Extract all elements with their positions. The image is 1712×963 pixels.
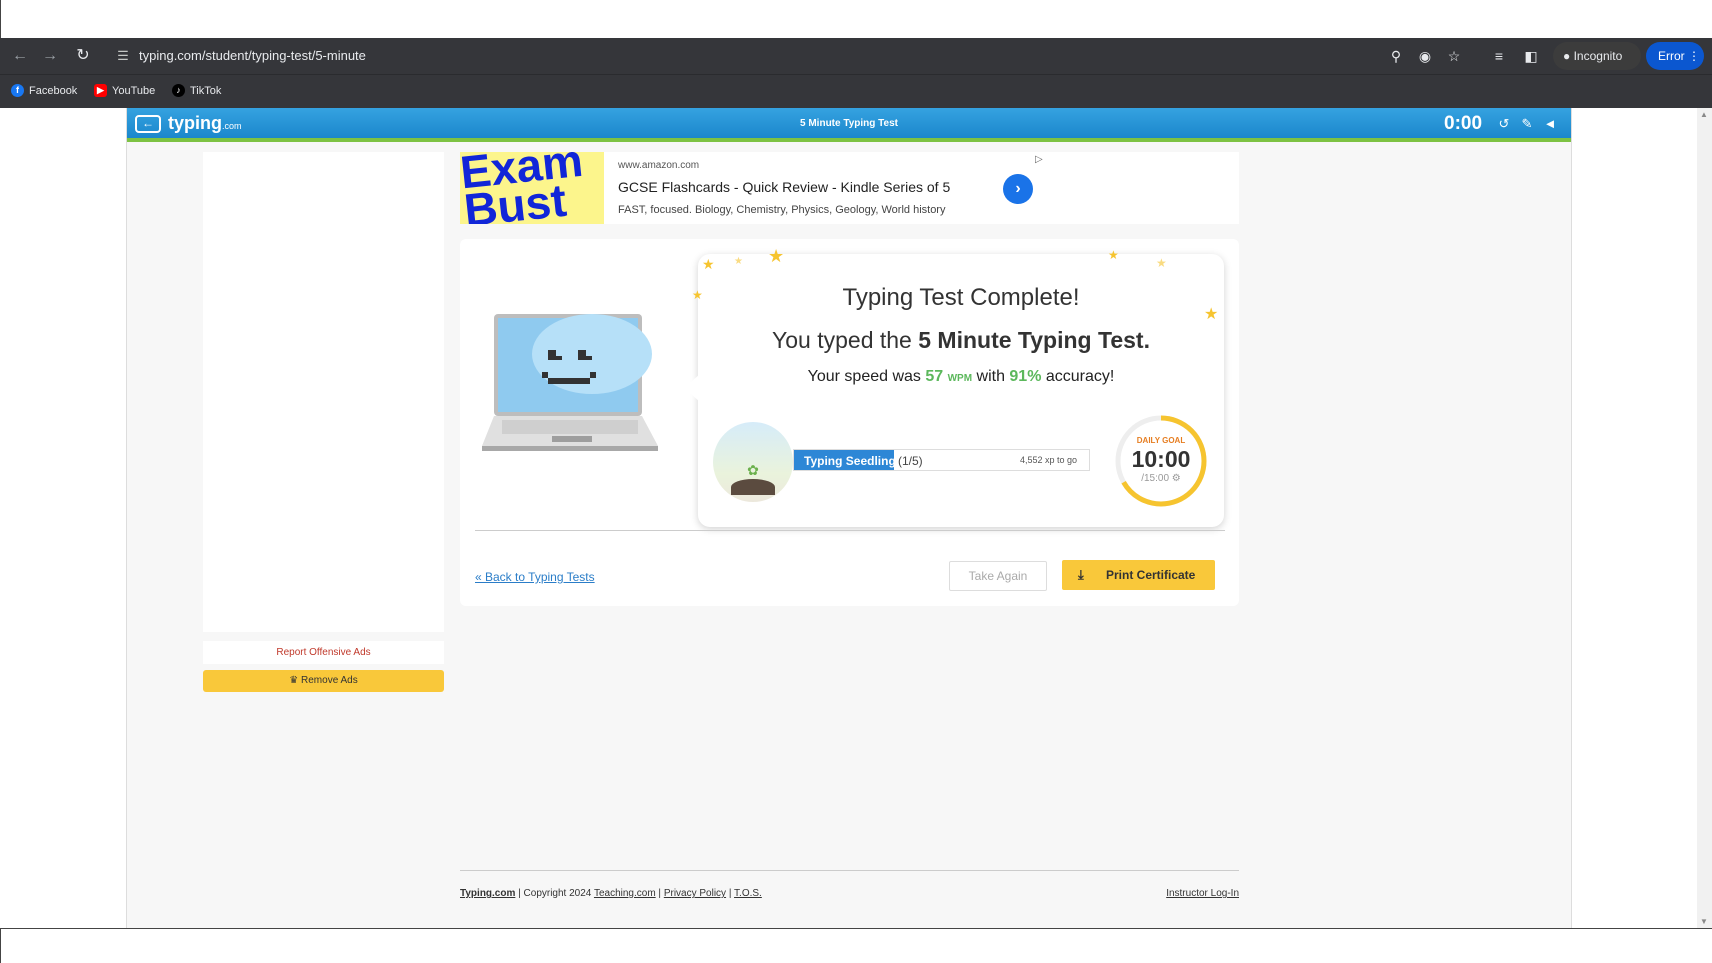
- accuracy-value: 91%: [1009, 368, 1042, 385]
- page-scrollbar[interactable]: ▲ ▼: [1697, 108, 1712, 928]
- timer-display: 0:00: [1444, 113, 1483, 134]
- footer-brand-link[interactable]: Typing.com: [460, 888, 515, 899]
- screen-bottom-margin: [0, 928, 1712, 963]
- reload-icon[interactable]: ↻: [71, 44, 95, 68]
- kebab-menu-icon[interactable]: ⋮: [1688, 49, 1700, 63]
- speed-summary: Your speed was 57 WPM with 91% accuracy!: [698, 368, 1224, 386]
- sprout-icon: ✿: [747, 462, 759, 478]
- bookmarks-bar: f Facebook ▶ YouTube ♪ TikTok: [0, 74, 1712, 108]
- wpm-value: 57: [925, 368, 944, 385]
- daily-goal-total: /15:00 ⚙: [1141, 473, 1181, 484]
- speed-prefix: Your speed was: [807, 368, 926, 385]
- star-icon: ★: [768, 246, 785, 266]
- side-panel-icon[interactable]: ◧: [1520, 45, 1542, 67]
- test-name: 5 Minute Typing Test.: [918, 327, 1150, 353]
- speed-suffix: accuracy!: [1041, 368, 1115, 385]
- ad-domain: www.amazon.com: [618, 160, 700, 171]
- tiktok-icon: ♪: [172, 84, 185, 97]
- browser-chrome: ← → ↻ ☰ typing.com/student/typing-test/5…: [0, 38, 1712, 108]
- footer-separator: |: [726, 888, 735, 899]
- star-icon: ★: [1156, 256, 1167, 270]
- take-again-button[interactable]: Take Again: [949, 561, 1047, 591]
- eye-off-icon[interactable]: ◉: [1414, 45, 1436, 67]
- daily-goal-ring[interactable]: DAILY GOAL 10:00 /15:00 ⚙: [1111, 411, 1211, 511]
- level-count: (1/5): [898, 454, 923, 468]
- download-icon: ⤓: [1078, 567, 1084, 582]
- print-certificate-label: Print Certificate: [1106, 568, 1196, 582]
- daily-goal-label: DAILY GOAL: [1136, 436, 1186, 445]
- page-title: 5 Minute Typing Test: [800, 118, 898, 129]
- history-icon[interactable]: ↺: [1495, 115, 1513, 133]
- instructor-login-link[interactable]: Instructor Log-In: [1166, 888, 1239, 899]
- app-header: ← typing.com 5 Minute Typing Test 0:00 ↺…: [127, 108, 1571, 142]
- site-settings-icon[interactable]: ☰: [114, 47, 132, 65]
- keyboard-off-icon[interactable]: ✎: [1518, 115, 1536, 133]
- xp-to-go: 4,552 xp to go: [1019, 455, 1077, 465]
- typed-test-line: You typed the 5 Minute Typing Test.: [698, 327, 1224, 354]
- results-card: ★ ★ ★ ★ ★ ★ ★ Typing Test Complete! You …: [460, 239, 1239, 606]
- scroll-down-icon[interactable]: ▼: [1700, 917, 1708, 926]
- error-label: Error: [1658, 49, 1685, 63]
- adchoices-icon[interactable]: ▷: [1035, 154, 1043, 165]
- print-certificate-button[interactable]: ⤓ Print Certificate: [1062, 560, 1215, 590]
- screen-top-margin: [0, 0, 1712, 38]
- footer-privacy-link[interactable]: Privacy Policy: [664, 888, 726, 899]
- ad-title[interactable]: GCSE Flashcards - Quick Review - Kindle …: [618, 179, 950, 195]
- report-offensive-ads-link[interactable]: Report Offensive Ads: [203, 641, 444, 664]
- bookmark-youtube[interactable]: ▶ YouTube: [94, 84, 155, 97]
- typed-prefix: You typed the: [772, 327, 919, 353]
- footer-divider: [460, 870, 1239, 871]
- page-viewport: ← typing.com 5 Minute Typing Test 0:00 ↺…: [0, 108, 1712, 928]
- zoom-icon[interactable]: ⚲: [1385, 45, 1407, 67]
- results-bubble: ★ ★ ★ ★ ★ ★ ★ Typing Test Complete! You …: [684, 246, 1224, 527]
- star-icon: ★: [702, 256, 715, 272]
- bookmark-label: YouTube: [112, 84, 156, 97]
- wpm-unit: WPM: [947, 373, 973, 384]
- ad-banner[interactable]: Exam Bust www.amazon.com GCSE Flashcards…: [460, 152, 1239, 224]
- typing-app: ← typing.com 5 Minute Typing Test 0:00 ↺…: [126, 108, 1572, 928]
- seedling-badge: ✿: [713, 422, 793, 502]
- sidebar-ad-slot: [203, 152, 444, 632]
- daily-goal-time: 10:00: [1131, 446, 1191, 472]
- ad-image-text: Exam Bust: [460, 152, 586, 224]
- footer-tos-link[interactable]: T.O.S.: [734, 888, 762, 899]
- bookmark-tiktok[interactable]: ♪ TikTok: [172, 84, 221, 97]
- bookmark-label: Facebook: [29, 84, 78, 97]
- ad-image[interactable]: Exam Bust: [460, 152, 604, 224]
- speed-mid: with: [972, 368, 1010, 385]
- incognito-badge[interactable]: ● Incognito: [1553, 42, 1641, 70]
- bookmark-facebook[interactable]: f Facebook: [11, 84, 77, 97]
- soil-shape: [731, 479, 775, 495]
- level-name: Typing Seedling: [804, 454, 896, 468]
- facebook-icon: f: [11, 84, 24, 97]
- back-arrow-icon[interactable]: ←: [8, 44, 32, 68]
- divider: [475, 530, 1225, 531]
- back-to-typing-tests-link[interactable]: « Back to Typing Tests: [475, 570, 595, 584]
- results-title: Typing Test Complete!: [842, 284, 1080, 311]
- browser-toolbar: ← → ↻ ☰ typing.com/student/typing-test/5…: [0, 38, 1712, 74]
- smiling-laptop-icon: [482, 314, 658, 451]
- ad-description: FAST, focused. Biology, Chemistry, Physi…: [618, 204, 946, 216]
- footer-separator: |: [655, 888, 664, 899]
- footer-teaching-link[interactable]: Teaching.com: [594, 888, 656, 899]
- media-queue-icon[interactable]: ≡: [1488, 45, 1510, 67]
- bookmark-label: TikTok: [190, 84, 222, 97]
- ad-open-arrow-icon[interactable]: ›: [1003, 174, 1033, 204]
- incognito-icon: ●: [1563, 49, 1571, 63]
- level-progress-bar: Typing Seedling (1/5) 4,552 xp to go: [793, 449, 1090, 471]
- incognito-label: Incognito: [1573, 49, 1623, 63]
- profile-error-button[interactable]: Error ⋮: [1646, 42, 1704, 70]
- scroll-up-icon[interactable]: ▲: [1700, 110, 1708, 119]
- address-bar[interactable]: typing.com/student/typing-test/5-minute: [139, 48, 366, 63]
- footer: Typing.com | Copyright 2024 Teaching.com…: [460, 888, 1239, 899]
- footer-copyright: | Copyright 2024: [515, 888, 594, 899]
- star-icon: ★: [1108, 248, 1119, 262]
- sound-icon[interactable]: ◄: [1541, 115, 1559, 133]
- forward-arrow-icon[interactable]: →: [38, 44, 62, 68]
- remove-ads-button[interactable]: ♛ Remove Ads: [203, 670, 444, 692]
- youtube-icon: ▶: [94, 84, 107, 97]
- star-icon: ★: [734, 256, 743, 267]
- star-bookmark-icon[interactable]: ☆: [1443, 45, 1465, 67]
